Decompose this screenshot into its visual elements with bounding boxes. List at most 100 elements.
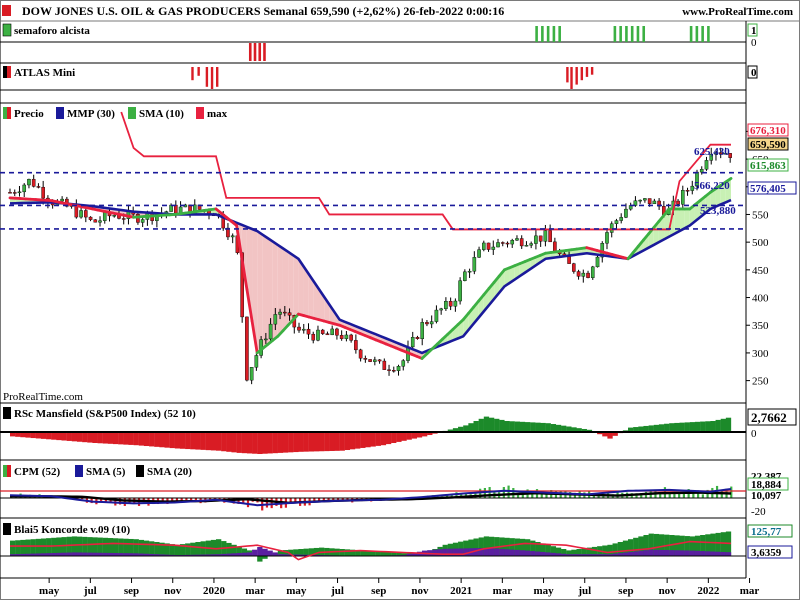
candle-body [297, 327, 300, 330]
rsc-bar [350, 432, 355, 449]
koncorde-purple [700, 551, 705, 556]
y-tick-label: 450 [752, 265, 769, 277]
koncorde-purple [489, 548, 494, 556]
koncorde-purple [659, 550, 664, 556]
koncorde-green [386, 552, 391, 556]
rsc-bar [474, 421, 479, 432]
ma-fill-segment [262, 235, 267, 349]
ma-fill-segment [293, 255, 298, 319]
rsc-bar [139, 432, 144, 446]
rsc-bar [520, 422, 525, 432]
cpm-bar [503, 487, 505, 498]
rsc-bar [726, 418, 731, 432]
rsc-bar [324, 432, 329, 451]
legend-max: max [207, 108, 228, 120]
chart-area[interactable]: DOW JONES U.S. OIL & GAS PRODUCERS Seman… [0, 0, 800, 600]
koncorde-green [144, 541, 149, 556]
candle-body [482, 243, 485, 250]
semaforo-value: 1 [751, 25, 757, 37]
candle-body [84, 210, 87, 217]
koncorde-purple [463, 548, 468, 556]
rsc-bar [391, 432, 396, 443]
candle-body [496, 242, 499, 247]
rsc-area [10, 417, 731, 454]
candle-body [539, 236, 542, 241]
rsc-bar [680, 423, 685, 432]
rsc-bar [535, 423, 540, 432]
mmp-value: 576,405 [750, 183, 786, 195]
watermark: ProRealTime.com [3, 391, 83, 403]
legend-swatch-sma [128, 107, 136, 119]
candle-body [676, 201, 679, 204]
rsc-bar [226, 432, 231, 452]
rsc-bar [221, 432, 226, 451]
rsc-bar [700, 422, 705, 432]
candle-body [596, 257, 599, 267]
rsc-bar [685, 422, 690, 432]
rsc-bar [484, 417, 489, 432]
rsc-bar [108, 432, 113, 444]
rsc-bar [515, 422, 520, 432]
rsc-bar [175, 432, 180, 449]
candle-body [653, 201, 656, 204]
koncorde-green [36, 539, 41, 556]
candle-body [487, 243, 490, 250]
rsc-bar [355, 432, 360, 449]
x-tick-label: mar [245, 585, 265, 597]
level-label-1: 625,430 [694, 146, 730, 158]
rsc-bar [98, 432, 103, 443]
candle-body [42, 187, 45, 198]
atlas-value: 0 [751, 67, 757, 79]
koncorde-purple [546, 552, 551, 556]
candle-body [639, 200, 642, 201]
candle-body [387, 370, 390, 371]
chart-svg[interactable]: DOW JONES U.S. OIL & GAS PRODUCERS Seman… [0, 0, 800, 600]
koncorde-purple [633, 551, 638, 556]
candle-body [444, 301, 447, 309]
x-tick-label: nov [659, 585, 677, 597]
legend-precio: Precio [14, 108, 44, 120]
rsc-bar [546, 423, 551, 432]
rsc-bar [340, 432, 345, 451]
rsc-bar [525, 422, 530, 432]
candle-body [567, 256, 570, 263]
candle-body [23, 185, 26, 192]
candle-body [421, 322, 424, 338]
rsc-bar [551, 424, 556, 432]
koncorde-green [15, 540, 20, 556]
cpm-tick-neg20: -20 [751, 506, 766, 518]
atlas-bar [211, 67, 213, 89]
rsc-bar [113, 432, 118, 444]
candle-body [350, 335, 353, 340]
rsc-bar [334, 432, 339, 451]
koncorde-green [149, 541, 154, 556]
candle-body [435, 310, 438, 322]
rsc-bar [371, 432, 376, 447]
panel-cpm: CPM (52) SMA (5) SMA (20) 22,387 18,884 … [0, 465, 788, 518]
cpm-bar [290, 498, 292, 501]
semaforo-bar [625, 26, 628, 42]
rsc-bar [314, 432, 319, 451]
candle-body [8, 192, 11, 193]
koncorde-green [10, 541, 15, 556]
candle-body [37, 186, 40, 187]
legend-cpm-sma5: SMA (5) [86, 466, 126, 478]
candle-body [553, 242, 556, 252]
candle-body [397, 366, 400, 370]
cpm-bar [683, 494, 685, 498]
ma-fill-segment [283, 248, 288, 330]
candle-body [492, 247, 495, 250]
candle-body [463, 272, 466, 281]
rsc-bar [268, 432, 273, 453]
rsc-bar [134, 432, 139, 445]
rsc-bar [149, 432, 154, 446]
x-tick-label: mar [493, 585, 513, 597]
candle-body [586, 273, 589, 278]
candle-body [326, 334, 329, 335]
ma-fill-segment [278, 245, 283, 336]
candle-body [572, 264, 575, 272]
candle-body [321, 330, 324, 334]
atlas-bar [581, 67, 583, 80]
candle-body [231, 236, 234, 237]
level-label-3: 523,880 [700, 205, 736, 217]
